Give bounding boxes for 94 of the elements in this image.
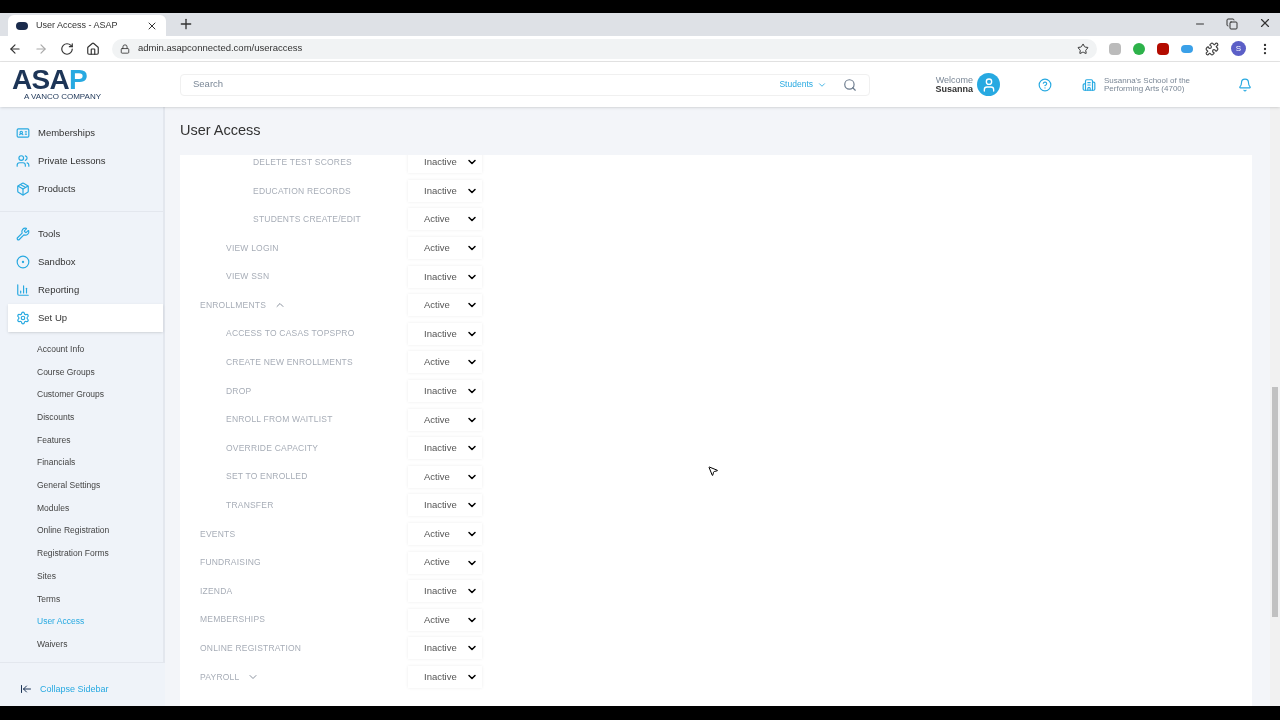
- star-icon[interactable]: [1077, 42, 1089, 55]
- permission-label: DELETE TEST SCORES: [253, 155, 352, 169]
- school-name[interactable]: Susanna's School of the Performing Arts (4700): [1104, 76, 1214, 93]
- permission-label: TRANSFER: [226, 499, 274, 512]
- status-select[interactable]: Active: [408, 237, 482, 260]
- status-select[interactable]: Active: [408, 294, 482, 317]
- sidebar-item[interactable]: Private Lessons: [8, 147, 163, 175]
- box-icon: [16, 182, 30, 196]
- lock-icon: [120, 43, 130, 54]
- sidebar-subitem[interactable]: Course Groups: [0, 360, 163, 384]
- status-select[interactable]: Inactive: [408, 580, 482, 603]
- sidebar-subitem[interactable]: General Settings: [0, 474, 163, 497]
- help-icon[interactable]: [1038, 77, 1052, 92]
- id-card-icon: [16, 126, 30, 140]
- collapse-icon: [20, 683, 32, 696]
- restore-icon[interactable]: [1226, 18, 1238, 30]
- address-bar[interactable]: admin.asapconnected.com/useraccess: [112, 38, 1097, 59]
- status-select[interactable]: Active: [408, 465, 482, 488]
- permission-label: VIEW SSN: [226, 270, 270, 284]
- scrollbar[interactable]: [1270, 107, 1280, 706]
- sidebar-subitem[interactable]: Sites: [0, 564, 163, 588]
- settings-icon: [16, 311, 30, 325]
- wrench-icon: [16, 227, 30, 241]
- status-select[interactable]: Active: [408, 551, 482, 574]
- status-select[interactable]: Active: [408, 408, 482, 431]
- status-select[interactable]: Inactive: [408, 637, 482, 660]
- permission-label: MEMBERSHIPS: [200, 613, 266, 627]
- sidebar-subitem[interactable]: Financials: [0, 451, 163, 475]
- extension-icon[interactable]: [1157, 42, 1169, 55]
- sidebar-subitem[interactable]: Online Registration: [0, 519, 163, 543]
- sidebar-item[interactable]: Sandbox: [8, 248, 163, 276]
- permission-label: IZENDA: [200, 584, 233, 598]
- permission-label: FUNDRAISING: [200, 556, 261, 569]
- close-window-icon[interactable]: [1258, 16, 1272, 30]
- permission-label: STUDENTS CREATE/EDIT: [253, 213, 361, 226]
- status-select[interactable]: Inactive: [408, 494, 482, 517]
- reload-icon[interactable]: [60, 41, 74, 56]
- puzzle-icon[interactable]: [1205, 41, 1219, 56]
- sidebar-item[interactable]: Products: [8, 175, 163, 203]
- new-tab-icon[interactable]: [178, 16, 194, 32]
- permission-label: CREATE NEW ENROLLMENTS: [226, 356, 353, 369]
- sidebar-subitem[interactable]: Terms: [0, 587, 163, 611]
- status-select[interactable]: Inactive: [408, 265, 482, 288]
- status-select[interactable]: Inactive: [408, 380, 482, 403]
- search-icon[interactable]: [843, 77, 857, 92]
- status-select[interactable]: Active: [408, 351, 482, 374]
- status-select[interactable]: Inactive: [408, 322, 482, 345]
- permission-label: ACCESS TO CASAS TOPSPRO: [226, 327, 355, 341]
- sidebar-subitem[interactable]: Modules: [0, 496, 163, 520]
- profile-avatar[interactable]: S: [1231, 41, 1246, 56]
- page-title: User Access: [180, 121, 262, 141]
- sidebar-subitem[interactable]: Discounts: [0, 406, 163, 429]
- sidebar-item[interactable]: Reporting: [8, 276, 163, 304]
- status-select[interactable]: Inactive: [408, 155, 482, 174]
- bar-chart-icon: [16, 283, 30, 297]
- welcome-label: Welcome: [935, 75, 973, 85]
- permission-label: OVERRIDE CAPACITY: [226, 441, 319, 455]
- building-icon: [1082, 77, 1096, 92]
- mouse-cursor-icon: [707, 465, 719, 477]
- sidebar-item[interactable]: Tools: [8, 220, 163, 248]
- permission-label: DROP: [226, 384, 252, 398]
- permission-label: ENROLLMENTS: [200, 298, 267, 312]
- status-select[interactable]: Active: [408, 208, 482, 231]
- forward-icon[interactable]: [34, 41, 48, 56]
- user-name: Susanna: [935, 84, 973, 94]
- permission-label: SET TO ENROLLED: [226, 470, 308, 484]
- sidebar-subitem[interactable]: Registration Forms: [0, 542, 163, 565]
- bell-icon[interactable]: [1238, 77, 1252, 92]
- sidebar-subitem[interactable]: Waivers: [0, 632, 163, 656]
- status-select[interactable]: Inactive: [408, 437, 482, 460]
- status-select[interactable]: Inactive: [408, 179, 482, 202]
- favicon-icon: [16, 21, 28, 30]
- status-select[interactable]: Active: [408, 608, 482, 631]
- status-select[interactable]: Inactive: [408, 666, 482, 688]
- permission-label: EDUCATION RECORDS: [253, 184, 351, 198]
- logo[interactable]: ASAP A VANCO COMPANY: [0, 68, 180, 101]
- status-select[interactable]: Active: [408, 523, 482, 545]
- permission-label: PAYROLL: [200, 670, 240, 684]
- permission-label: ENROLL FROM WAITLIST: [226, 413, 333, 426]
- user-avatar[interactable]: [977, 73, 1000, 96]
- search-field[interactable]: Search Students: [180, 73, 870, 96]
- sidebar-subitem[interactable]: Customer Groups: [0, 383, 163, 407]
- home-icon[interactable]: [86, 41, 100, 56]
- sidebar-item[interactable]: Set Up: [8, 304, 163, 332]
- permission-label: EVENTS: [200, 527, 236, 541]
- people-icon: [16, 154, 30, 168]
- sidebar-item[interactable]: Memberships: [8, 119, 163, 147]
- sidebar-subitem[interactable]: Account Info: [0, 338, 163, 361]
- back-icon[interactable]: [8, 41, 22, 56]
- sidebar-subitem[interactable]: Features: [0, 428, 163, 452]
- browser-tab[interactable]: User Access - ASAP: [8, 15, 166, 36]
- circle-icon: [16, 255, 30, 269]
- permission-label: ONLINE REGISTRATION: [200, 642, 302, 655]
- permission-label: VIEW LOGIN: [226, 241, 279, 255]
